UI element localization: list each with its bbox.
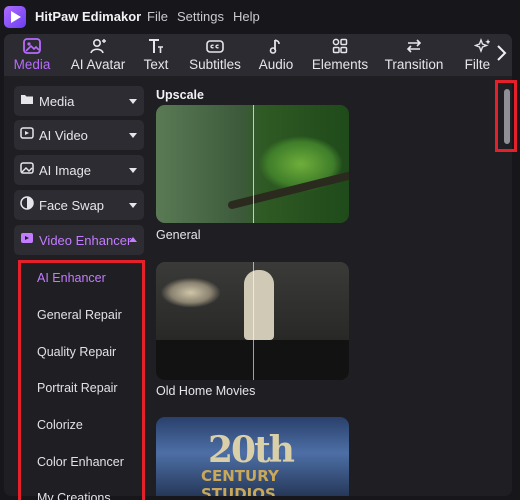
toolbar: Media AI Avatar Text Subtitles Audio Ele… [4,34,512,76]
submenu-item-portrait-repair[interactable]: Portrait Repair [37,381,118,395]
folder-icon [20,92,34,110]
toolbar-next-button[interactable] [490,34,512,76]
tab-audio-label: Audio [258,57,294,72]
sidebar-item-video-enhancer-label: Video Enhancer [39,232,132,248]
elements-icon [330,37,350,55]
submenu-item-my-creations[interactable]: My Creations [37,491,111,500]
content-area: Upscale General Old Home Movies 20th CEN… [152,76,504,496]
thumbnail-logo-text: 20th [208,429,295,471]
compare-divider [252,262,254,380]
scrollbar[interactable] [495,80,517,152]
compare-divider [252,105,254,223]
tab-subtitles-label: Subtitles [189,57,241,72]
chevron-right-icon [495,44,507,67]
thumbnail-label: General [156,228,201,242]
sidebar-item-media[interactable]: Media [14,86,144,116]
face-swap-icon [20,195,34,215]
submenu-item-quality-repair[interactable]: Quality Repair [37,345,116,359]
tab-subtitles[interactable]: Subtitles [184,34,246,76]
main-panel: Media AI Video AI Image Face Swap Video … [4,76,512,500]
submenu-item-colorize[interactable]: Colorize [37,418,83,432]
video-enhancer-submenu: AI Enhancer General Repair Quality Repai… [18,260,145,500]
video-enhancer-icon [20,231,34,249]
ai-image-icon [20,161,34,179]
tab-elements-label: Elements [311,57,369,72]
app-title: HitPaw Edimakor [35,9,142,24]
menu-file[interactable]: File [147,9,168,24]
tab-elements[interactable]: Elements [310,34,370,76]
thumbnail-20th-century[interactable]: 20th CENTURY STUDIOS [156,417,349,496]
tab-ai-avatar[interactable]: AI Avatar [66,34,130,76]
tab-transition[interactable]: Transition [382,34,446,76]
caret-down-icon [129,168,137,173]
sidebar-item-ai-video-label: AI Video [39,127,88,143]
sidebar-item-media-label: Media [39,93,75,109]
tab-media[interactable]: Media [8,34,56,76]
tab-text[interactable]: Text [140,34,172,76]
music-note-icon [266,37,286,55]
tab-text-label: Text [143,57,169,72]
avatar-icon [88,37,108,55]
thumbnail-label: Old Home Movies [156,384,256,398]
sidebar-item-video-enhancer[interactable]: Video Enhancer [14,225,144,255]
subtitles-icon [205,37,225,55]
sidebar-item-ai-image[interactable]: AI Image [14,155,144,185]
thumbnail-logo-subtext: CENTURY STUDIOS [201,467,279,496]
thumbnail-general[interactable] [156,105,349,223]
thumbnail-branch [227,168,349,210]
menu-settings[interactable]: Settings [177,9,224,24]
ai-video-icon [20,126,34,144]
transition-icon [404,37,424,55]
submenu-item-general-repair[interactable]: General Repair [37,308,122,322]
menu-help[interactable]: Help [233,9,260,24]
media-icon [22,37,42,55]
tab-audio[interactable]: Audio [256,34,296,76]
sidebar-item-face-swap[interactable]: Face Swap [14,190,144,220]
sidebar-item-ai-image-label: AI Image [39,162,92,178]
tab-ai-avatar-label: AI Avatar [70,57,126,72]
submenu-item-color-enhancer[interactable]: Color Enhancer [37,455,124,469]
tab-transition-label: Transition [384,57,444,72]
caret-up-icon [129,237,137,242]
app-logo-icon [4,6,26,28]
thumbnail-old-home-movies[interactable] [156,262,349,380]
text-icon [146,37,166,55]
thumbnail-figure [244,270,274,340]
caret-down-icon [129,133,137,138]
title-bar: HitPaw Edimakor File Settings Help [0,0,520,33]
sidebar-item-face-swap-label: Face Swap [39,197,105,213]
scrollbar-thumb[interactable] [504,89,510,144]
submenu-item-ai-enhancer[interactable]: AI Enhancer [37,271,106,285]
sidebar: Media AI Video AI Image Face Swap Video … [8,76,148,500]
section-title: Upscale [156,88,204,102]
caret-down-icon [129,203,137,208]
tab-media-label: Media [13,57,51,72]
sidebar-item-ai-video[interactable]: AI Video [14,120,144,150]
caret-down-icon [129,99,137,104]
